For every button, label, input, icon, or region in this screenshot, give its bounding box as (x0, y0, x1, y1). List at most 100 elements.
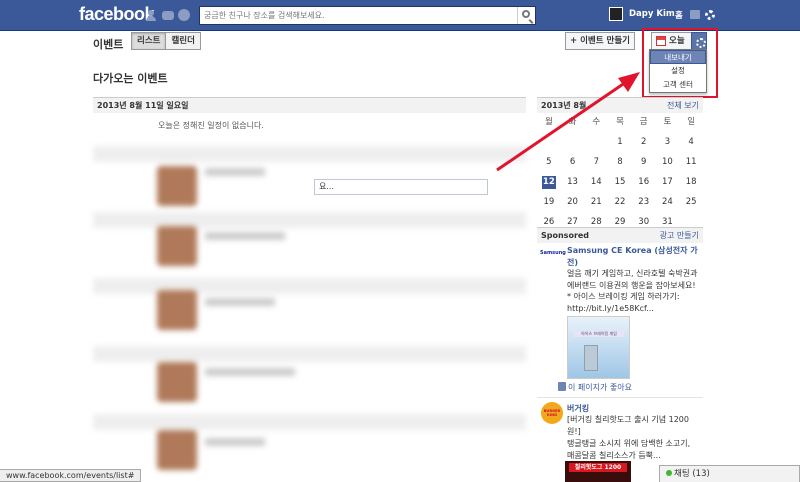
blurred-thumbnail (157, 430, 197, 470)
date-header: 2013년 8월 11일 일요일 (93, 97, 526, 113)
friend-requests-icon[interactable] (146, 9, 158, 21)
calendar-day[interactable]: 20 (561, 196, 585, 209)
facebook-logo[interactable]: facebook (79, 4, 155, 25)
calendar-day[interactable]: 9 (632, 156, 656, 169)
chat-bar[interactable]: 채팅 (13) (659, 465, 800, 482)
calendar-day[interactable]: 11 (679, 156, 703, 169)
weekday-label: 월 (544, 117, 553, 127)
calendar-day[interactable]: 18 (679, 176, 703, 189)
weekday-label: 수 (592, 117, 601, 127)
ad-image[interactable]: 칠리핫도그 1200 (565, 461, 631, 482)
calendar-day[interactable]: 23 (632, 196, 656, 209)
calendar-empty-cell (537, 136, 561, 149)
weekday-label: 토 (663, 117, 672, 127)
blurred-thumbnail (157, 166, 197, 206)
menu-item-export[interactable]: 내보내기 (650, 50, 706, 64)
calendar-day[interactable]: 10 (656, 156, 680, 169)
create-event-button[interactable]: + 이벤트 만들기 (565, 32, 635, 50)
blurred-text (205, 298, 275, 306)
full-view-link[interactable]: 전체 보기 (667, 98, 699, 113)
search-input[interactable] (200, 7, 500, 24)
empty-message: 오늘은 정해진 일정이 없습니다. (158, 121, 264, 130)
weekday-label: 목 (616, 117, 624, 127)
section-title: 다가오는 이벤트 (93, 72, 168, 85)
blurred-text (205, 232, 285, 240)
mini-calendar-grid: 월 화 수 목 금 토 일 1 2 3 4 5 6 7 8 9 10 11 12 13 14 15 16 17 18 19 20 21… (537, 116, 703, 229)
view-tabs: 리스트 캘린더 (131, 32, 201, 50)
friends-list-icon[interactable] (690, 10, 700, 19)
settings-dropdown-menu: 내보내기 설정 고객 센터 (649, 49, 707, 93)
menu-item-help-center[interactable]: 고객 센터 (650, 78, 706, 92)
notification-jewels (146, 9, 190, 21)
blurred-text (205, 368, 295, 376)
weekday-label: 일 (687, 117, 696, 127)
ad-title[interactable]: Samsung CE Korea (삼성전자 가전) (567, 245, 702, 269)
calendar-day[interactable]: 21 (584, 196, 608, 209)
calendar-day[interactable]: 6 (561, 156, 585, 169)
tab-list[interactable]: 리스트 (131, 32, 167, 50)
ad-image-caption: 아이스 브레이킹 게임 (574, 331, 624, 337)
weekday-label: 금 (639, 117, 648, 127)
notifications-icon[interactable] (178, 9, 190, 21)
user-name: Dapy Kim (629, 9, 675, 19)
sponsored-header: Sponsored 광고 만들기 (537, 227, 703, 243)
calendar-day[interactable]: 3 (656, 136, 680, 149)
ad-body[interactable]: 얼음 깨기 게임하고, 신라호텔 숙박권과 에버랜드 이용권의 행운을 잡아보세… (567, 268, 702, 314)
like-page-link[interactable]: 이 페이지가 좋아요 (568, 382, 632, 393)
calendar-day[interactable]: 14 (584, 176, 608, 189)
ad-image[interactable]: 아이스 브레이킹 게임 (567, 316, 630, 379)
calendar-empty-cell (584, 136, 608, 149)
calendar-day[interactable]: 7 (584, 156, 608, 169)
messages-icon[interactable] (162, 11, 174, 20)
profile-link[interactable]: Dapy Kim (609, 7, 675, 21)
search-button[interactable] (517, 7, 535, 24)
menu-item-settings[interactable]: 설정 (650, 64, 706, 78)
blurred-event-list: 요... (93, 140, 526, 480)
calendar-day[interactable]: 16 (632, 176, 656, 189)
calendar-day[interactable]: 13 (561, 176, 585, 189)
home-link[interactable]: 홈 (675, 9, 683, 21)
calendar-day[interactable]: 8 (608, 156, 632, 169)
tab-calendar[interactable]: 캘린더 (166, 32, 201, 50)
avatar (609, 7, 623, 21)
calendar-day[interactable]: 22 (608, 196, 632, 209)
create-ad-link[interactable]: 광고 만들기 (660, 228, 699, 243)
ad-image-product (584, 345, 598, 371)
mini-calendar-header: 2013년 8월 전체 보기 (537, 97, 703, 113)
top-navigation-bar: facebook Dapy Kim 홈 (0, 0, 800, 31)
calendar-day[interactable]: 4 (679, 136, 703, 149)
settings-gear-icon[interactable] (705, 10, 715, 20)
calendar-empty-cell (561, 136, 585, 149)
blurred-thumbnail (157, 362, 197, 402)
calendar-day[interactable]: 2 (632, 136, 656, 149)
ad-body[interactable]: 탱글탱글 소시지 위에 담백한 소고기, 매콤달콤 칠리소스가 듬뿍... (567, 438, 702, 461)
blurred-thumbnail (157, 290, 197, 330)
blurred-thumbnail (157, 226, 197, 266)
blurred-text (205, 438, 265, 446)
thumbs-up-icon (558, 382, 566, 391)
weekday-label: 화 (568, 117, 577, 127)
burger-king-logo[interactable] (541, 402, 563, 424)
blurred-date-row (93, 346, 526, 362)
ad-image-caption: 칠리핫도그 1200 (569, 463, 627, 472)
search-icon (522, 10, 530, 18)
calendar-day[interactable]: 25 (679, 196, 703, 209)
status-bar-url: www.facebook.com/events/list# (0, 469, 142, 482)
calendar-day[interactable]: 24 (656, 196, 680, 209)
page-title: 이벤트 (93, 38, 124, 51)
samsung-logo[interactable]: Samsung (540, 250, 566, 264)
calendar-day[interactable]: 15 (608, 176, 632, 189)
calendar-day[interactable]: 5 (537, 156, 561, 169)
event-input[interactable]: 요... (314, 179, 488, 195)
ad-subtitle[interactable]: [버거킹 칠리핫도그 출시 기념 1200원!] (567, 414, 702, 437)
blurred-text (205, 168, 265, 176)
blurred-date-row (93, 414, 526, 430)
calendar-day[interactable]: 19 (537, 196, 561, 209)
calendar-day[interactable]: 17 (656, 176, 680, 189)
divider (537, 397, 703, 398)
blurred-date-row (93, 146, 526, 162)
sponsored-label: Sponsored (541, 231, 590, 240)
calendar-day[interactable]: 1 (608, 136, 632, 149)
calendar-day[interactable]: 12 (542, 176, 556, 189)
calendar-month: 2013년 8월 (541, 101, 587, 110)
